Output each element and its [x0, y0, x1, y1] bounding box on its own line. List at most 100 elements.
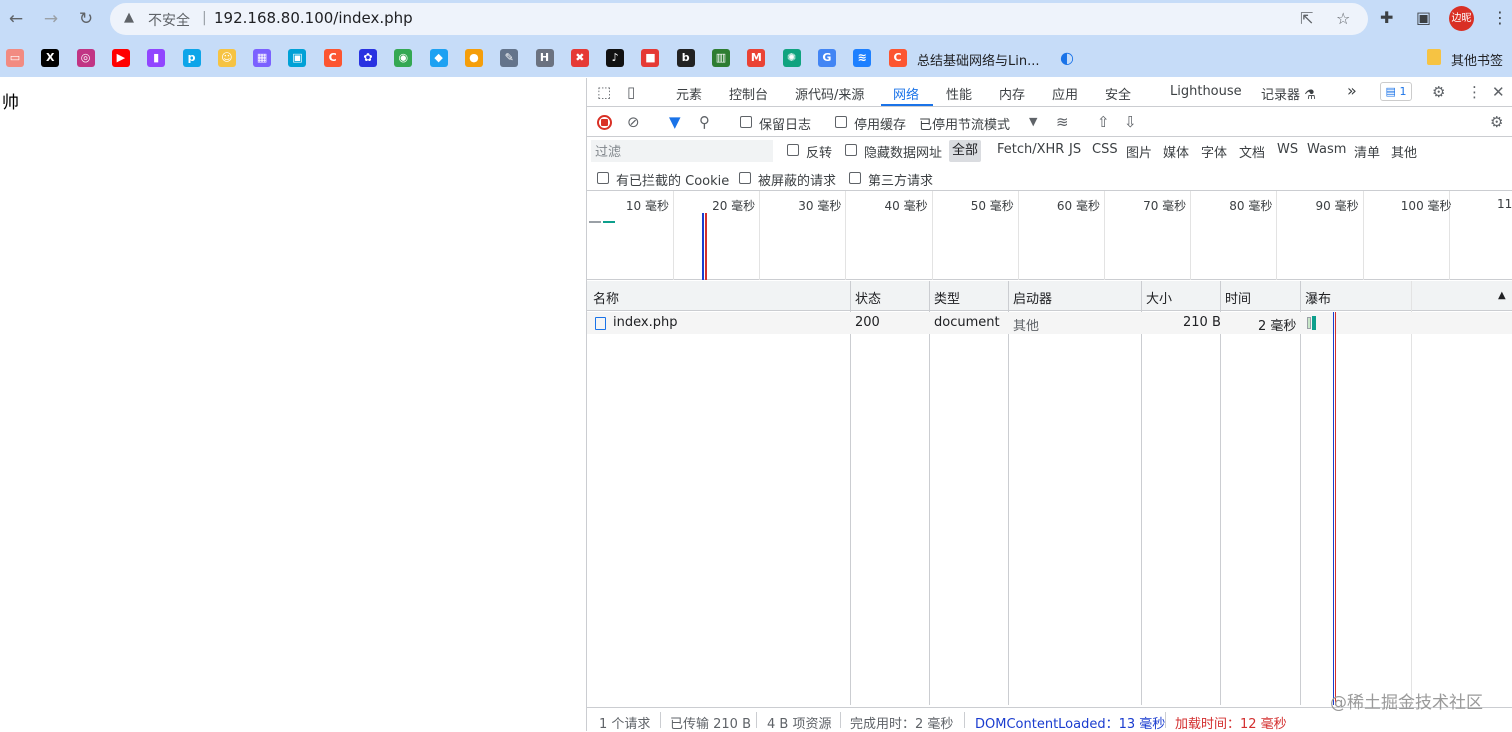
- type-filter-ws[interactable]: WS: [1277, 142, 1298, 157]
- side-panel-icon[interactable]: ▣: [1416, 8, 1431, 27]
- table-row[interactable]: index.php 200 document 其他 210 B 2 毫秒: [587, 312, 1512, 334]
- chevron-down-icon[interactable]: ▼: [1029, 113, 1037, 131]
- bookmark-icon[interactable]: ☺: [217, 49, 236, 67]
- bookmark-icon[interactable]: ▭: [6, 49, 24, 67]
- column-waterfall[interactable]: 瀑布: [1305, 288, 1331, 307]
- bookmark-icon[interactable]: ✿: [359, 49, 377, 67]
- column-size[interactable]: 大小: [1146, 288, 1172, 307]
- invert-label[interactable]: 反转: [806, 142, 832, 161]
- tab-security[interactable]: 安全: [1105, 84, 1131, 103]
- bookmark-star-icon[interactable]: ☆: [1336, 9, 1350, 28]
- bookmark-icon[interactable]: ✎: [500, 49, 519, 67]
- type-filter-font[interactable]: 字体: [1201, 142, 1227, 161]
- throttling-select[interactable]: 已停用节流模式: [919, 114, 1010, 133]
- bookmark-icon[interactable]: ≋: [853, 49, 872, 67]
- network-overview-timeline[interactable]: 10 毫秒 20 毫秒 30 毫秒 40 毫秒 50 毫秒 60 毫秒 70 毫秒 80 毫秒…: [587, 191, 1512, 280]
- bookmark-icon[interactable]: ▣: [288, 49, 307, 67]
- inspect-element-icon[interactable]: ⬚: [597, 83, 611, 101]
- settings-gear-icon[interactable]: ⚙: [1432, 83, 1445, 101]
- tab-recorder[interactable]: 记录器 ⚗: [1261, 84, 1316, 103]
- tab-network[interactable]: 网络: [893, 84, 919, 103]
- bookmark-icon[interactable]: X: [41, 49, 60, 67]
- bookmark-icon[interactable]: ▥: [712, 49, 730, 67]
- filter-input[interactable]: [591, 140, 773, 162]
- type-filter-img[interactable]: 图片: [1126, 142, 1152, 161]
- preserve-log-checkbox[interactable]: [740, 116, 752, 128]
- tab-lighthouse[interactable]: Lighthouse: [1170, 84, 1242, 99]
- bookmark-icon[interactable]: C: [888, 49, 907, 67]
- bookmark-icon[interactable]: ◆: [429, 49, 448, 67]
- type-filter-fetch-xhr[interactable]: Fetch/XHR: [997, 142, 1064, 157]
- bookmark-icon[interactable]: G: [817, 49, 836, 67]
- customize-menu-icon[interactable]: ⋮: [1467, 83, 1482, 101]
- type-filter-js[interactable]: JS: [1069, 142, 1081, 157]
- column-name[interactable]: 名称: [593, 288, 619, 307]
- back-arrow-icon[interactable]: ←: [5, 8, 27, 30]
- type-filter-css[interactable]: CSS: [1092, 142, 1118, 157]
- bookmark-icon[interactable]: ●: [464, 49, 483, 67]
- bookmark-icon[interactable]: ▮: [147, 49, 166, 67]
- bookmark-icon[interactable]: C: [323, 49, 342, 67]
- tab-memory[interactable]: 内存: [999, 84, 1025, 103]
- bookmark-icon[interactable]: ◎: [76, 49, 95, 67]
- tab-elements[interactable]: 元素: [676, 84, 702, 103]
- bookmark-icon[interactable]: ✺: [782, 49, 801, 67]
- forward-arrow-icon[interactable]: →: [40, 8, 62, 30]
- import-har-icon[interactable]: ⇧: [1097, 113, 1110, 131]
- third-party-label[interactable]: 第三方请求: [868, 170, 933, 189]
- profile-avatar[interactable]: 边昵: [1449, 6, 1474, 31]
- type-filter-media[interactable]: 媒体: [1163, 142, 1189, 161]
- not-secure-label[interactable]: 不安全: [148, 10, 190, 30]
- extensions-icon[interactable]: ✚: [1380, 8, 1393, 27]
- more-tabs-icon[interactable]: »: [1347, 81, 1357, 100]
- browser-menu-icon[interactable]: ⋮: [1492, 8, 1508, 27]
- loading-bookmark-icon[interactable]: ◐: [1058, 49, 1076, 67]
- address-bar[interactable]: ▲ 不安全 | 192.168.80.100/index.php ⇱ ☆: [110, 3, 1368, 35]
- bookmark-icon[interactable]: ▦: [253, 49, 272, 67]
- hide-data-urls-checkbox[interactable]: [845, 144, 857, 156]
- request-name[interactable]: index.php: [613, 315, 677, 330]
- column-type[interactable]: 类型: [934, 288, 960, 307]
- type-filter-manifest[interactable]: 清单: [1354, 142, 1380, 161]
- bookmark-icon[interactable]: ✖: [570, 49, 589, 67]
- reload-icon[interactable]: ↻: [75, 8, 97, 30]
- tab-console[interactable]: 控制台: [729, 84, 768, 103]
- bookmark-icon[interactable]: ◉: [394, 49, 413, 67]
- share-icon[interactable]: ⇱: [1300, 9, 1313, 28]
- bookmark-icon[interactable]: M: [747, 49, 766, 67]
- type-filter-all[interactable]: 全部: [949, 140, 982, 162]
- bookmark-icon[interactable]: ▶: [111, 49, 130, 67]
- device-toolbar-icon[interactable]: ▯: [627, 83, 635, 101]
- column-status[interactable]: 状态: [855, 288, 881, 307]
- clear-icon[interactable]: ⊘: [627, 113, 640, 131]
- other-bookmarks-button[interactable]: 其他书签: [1451, 50, 1503, 69]
- bookmark-article-label[interactable]: 总结基础网络与Lin...: [917, 50, 1040, 69]
- invert-checkbox[interactable]: [787, 144, 799, 156]
- url-text[interactable]: 192.168.80.100/index.php: [214, 9, 413, 27]
- network-conditions-icon[interactable]: ≋: [1056, 113, 1069, 131]
- column-time[interactable]: 时间: [1225, 288, 1251, 307]
- third-party-checkbox[interactable]: [849, 172, 861, 184]
- type-filter-other[interactable]: 其他: [1391, 142, 1417, 161]
- tab-application[interactable]: 应用: [1052, 84, 1078, 103]
- column-initiator[interactable]: 启动器: [1013, 288, 1052, 307]
- close-devtools-icon[interactable]: ✕: [1492, 83, 1505, 101]
- bookmark-icon[interactable]: ■: [641, 49, 660, 67]
- blocked-requests-checkbox[interactable]: [739, 172, 751, 184]
- record-stop-icon[interactable]: [597, 115, 612, 130]
- sort-ascending-icon[interactable]: ▲: [1498, 290, 1506, 301]
- bookmark-icon[interactable]: p: [182, 49, 201, 67]
- blocked-cookies-label[interactable]: 有已拦截的 Cookie: [616, 170, 729, 189]
- hide-data-urls-label[interactable]: 隐藏数据网址: [864, 142, 942, 161]
- preserve-log-label[interactable]: 保留日志: [759, 114, 811, 133]
- issues-badge[interactable]: ▤ 1: [1380, 82, 1412, 101]
- type-filter-doc[interactable]: 文档: [1239, 142, 1265, 161]
- bookmark-icon[interactable]: b: [676, 49, 695, 67]
- export-har-icon[interactable]: ⇩: [1124, 113, 1137, 131]
- network-settings-gear-icon[interactable]: ⚙: [1490, 113, 1503, 131]
- blocked-cookies-checkbox[interactable]: [597, 172, 609, 184]
- type-filter-wasm[interactable]: Wasm: [1307, 142, 1346, 157]
- disable-cache-checkbox[interactable]: [835, 116, 847, 128]
- tab-performance[interactable]: 性能: [946, 84, 972, 103]
- disable-cache-label[interactable]: 停用缓存: [854, 114, 906, 133]
